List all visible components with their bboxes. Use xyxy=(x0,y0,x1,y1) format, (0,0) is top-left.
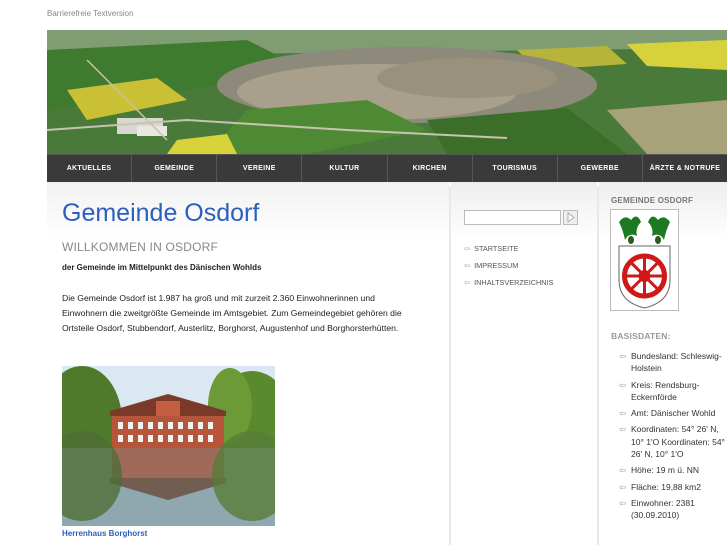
list-item: ⇦ Kreis: Rendsburg-Eckernförde xyxy=(619,379,727,404)
page-title: Gemeinde Osdorf xyxy=(62,199,260,227)
search-button[interactable] xyxy=(563,210,578,225)
basic-data-list: ⇦ Bundesland: Schleswig-Holstein ⇦ Kreis: … xyxy=(619,350,727,526)
play-arrow-icon xyxy=(567,212,575,223)
basic-data-value: Amt: Dänischer Wohld xyxy=(631,408,716,419)
arrow-left-icon: ⇦ xyxy=(619,465,627,476)
nav-vereine[interactable]: VEREINE xyxy=(217,155,303,182)
sidebar: ⇦ STARTSEITE ⇦ IMPRESSUM ⇦ INHALTSVERZEICHN… xyxy=(451,182,597,545)
nav-tourismus[interactable]: TOURISMUS xyxy=(473,155,558,182)
arrow-left-icon: ⇦ xyxy=(619,497,627,508)
subtitle: der Gemeinde im Mittelpunkt des Dänische… xyxy=(62,263,262,272)
sidebar-link-impressum[interactable]: ⇦ IMPRESSUM xyxy=(464,261,553,278)
nav-kirchen[interactable]: KIRCHEN xyxy=(388,155,473,182)
basic-data-value: Fläche: 19,88 km2 xyxy=(631,481,701,492)
right-column: GEMEINDE OSDORF BASISDATEN: ⇦ Bundesland:… xyxy=(599,182,727,545)
basic-data-value: Koordinaten: 54° 26' N, 10° 1'O Koordina… xyxy=(631,424,725,460)
arrow-left-icon: ⇦ xyxy=(619,351,627,361)
sidebar-link-label: STARTSEITE xyxy=(474,244,519,253)
arrow-left-icon: ⇦ xyxy=(619,424,627,435)
basic-data-value: Kreis: Rendsburg-Eckernförde xyxy=(631,379,700,402)
basic-data-value: Bundesland: Schleswig-Holstein xyxy=(631,351,722,374)
arrow-left-icon: ⇦ xyxy=(464,244,471,253)
list-item: ⇦ Höhe: 19 m ü. NN xyxy=(619,464,727,476)
list-item: ⇦ Amt: Dänischer Wohld xyxy=(619,407,727,419)
list-item: ⇦ Bundesland: Schleswig-Holstein xyxy=(619,350,727,375)
header-aerial-photo xyxy=(47,30,727,154)
sidebar-link-label: INHALTSVERZEICHNIS xyxy=(474,278,554,287)
manor-house-photo xyxy=(62,366,275,526)
list-item: ⇦ Fläche: 19,88 km2 xyxy=(619,481,727,493)
arrow-left-icon: ⇦ xyxy=(619,379,627,390)
basic-data-value: Einwohner: 2381 (30.09.2010) xyxy=(631,497,695,521)
main-navigation: AKTUELLES GEMEINDE VEREINE KULTUR KIRCHE… xyxy=(47,154,727,182)
basic-data-heading: BASISDATEN: xyxy=(611,331,671,341)
arrow-left-icon: ⇦ xyxy=(464,261,471,270)
list-item: ⇦ Einwohner: 2381 (30.09.2010) xyxy=(619,497,727,522)
nav-aerzte-notrufe[interactable]: ÄRZTE & NOTRUFE xyxy=(643,155,727,182)
nav-kultur[interactable]: KULTUR xyxy=(302,155,388,182)
main-content: Gemeinde Osdorf WILLKOMMEN IN OSDORF der… xyxy=(47,182,449,545)
sidebar-links: ⇦ STARTSEITE ⇦ IMPRESSUM ⇦ INHALTSVERZEICHN… xyxy=(464,244,553,295)
coat-of-arms-image xyxy=(610,209,679,311)
photo-caption-link[interactable]: Herrenhaus Borghorst xyxy=(62,529,147,538)
intro-paragraph: Die Gemeinde Osdorf ist 1.987 ha groß un… xyxy=(62,293,402,333)
nav-gewerbe[interactable]: GEWERBE xyxy=(558,155,643,182)
arrow-left-icon: ⇦ xyxy=(619,408,627,419)
arrow-left-icon: ⇦ xyxy=(464,278,471,287)
search-input[interactable] xyxy=(464,210,561,225)
arrow-left-icon: ⇦ xyxy=(619,481,627,492)
nav-aktuelles[interactable]: AKTUELLES xyxy=(47,155,133,182)
sidebar-link-startseite[interactable]: ⇦ STARTSEITE xyxy=(464,244,553,261)
basic-data-value: Höhe: 19 m ü. NN xyxy=(631,465,700,476)
welcome-heading: WILLKOMMEN IN OSDORF xyxy=(62,240,219,254)
sidebar-link-label: IMPRESSUM xyxy=(474,261,519,270)
list-item: ⇦ Koordinaten: 54° 26' N, 10° 1'O Koordin… xyxy=(619,423,727,460)
sidebar-link-inhaltsverzeichnis[interactable]: ⇦ INHALTSVERZEICHNIS xyxy=(464,278,553,295)
nav-gemeinde[interactable]: GEMEINDE xyxy=(132,155,218,182)
municipality-heading: GEMEINDE OSDORF xyxy=(611,196,694,205)
accessible-version-link[interactable]: Barrierefreie Textversion xyxy=(47,9,134,18)
